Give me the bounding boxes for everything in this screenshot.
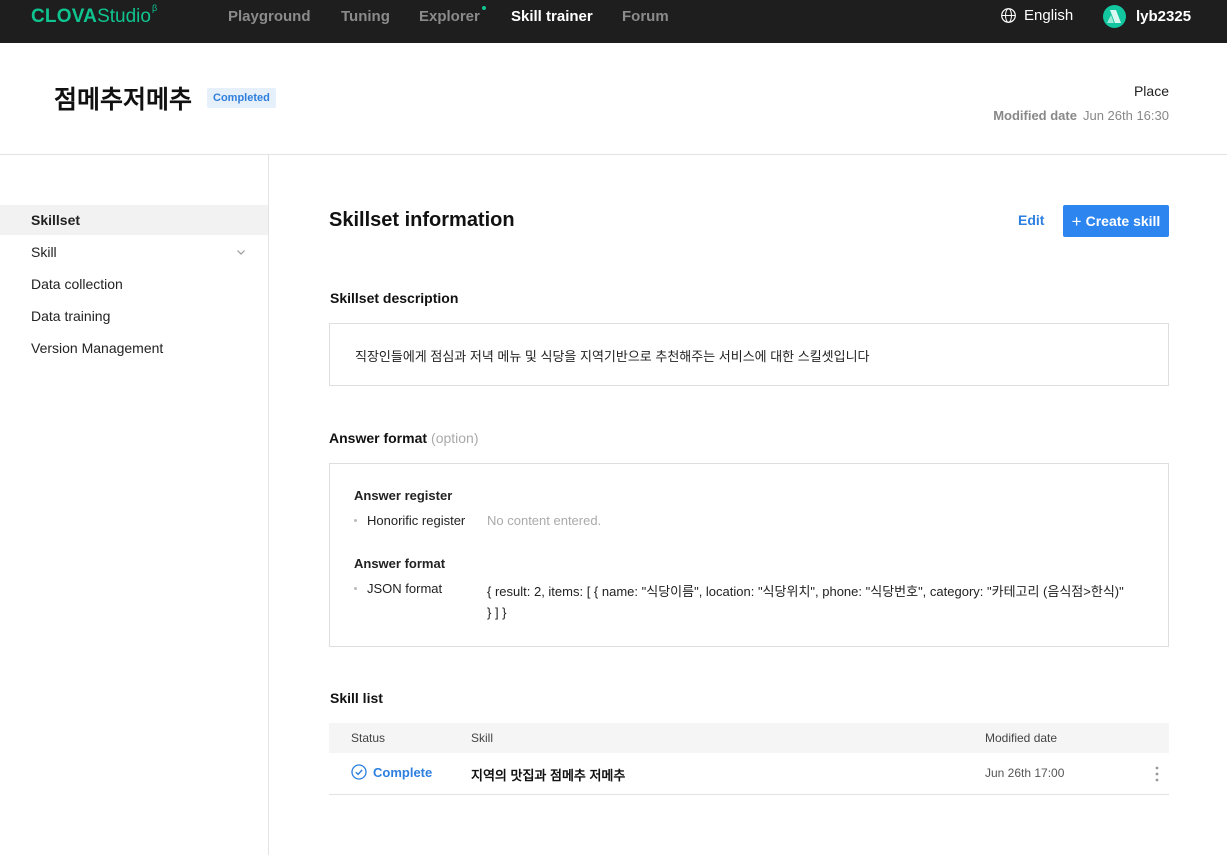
sidebar-item-label: Data collection — [31, 276, 123, 292]
skillset-description-text: 직장인들에게 점심과 저녁 메뉴 및 식당을 지역기반으로 추천해주는 서비스에… — [355, 349, 870, 364]
answer-register-heading: Answer register — [354, 488, 453, 503]
page-title: 점메추저메추 — [54, 86, 193, 114]
json-format-value: { result: 2, items: [ { name: "식당이름", lo… — [487, 584, 1124, 620]
column-header-modified-date: Modified date — [985, 731, 1058, 745]
check-circle-icon — [351, 764, 367, 780]
user-menu[interactable]: lyb2325 — [1103, 5, 1191, 28]
nav-skill-trainer[interactable]: Skill trainer — [511, 8, 593, 25]
status-cell: Complete — [351, 764, 432, 780]
header-modified-date: Modified date Jun 26th 16:30 — [993, 108, 1169, 123]
answer-format-section-label: Answer format (option) — [329, 430, 479, 446]
section-title: Skillset information — [329, 209, 515, 231]
create-skill-button[interactable]: + Create skill — [1063, 205, 1169, 237]
logo-strong-text: CLOVA — [31, 6, 98, 27]
avatar-shape-icon — [1107, 10, 1121, 23]
top-navigation-bar: CLOVAStudioβ Playground Tuning Explorer … — [0, 0, 1227, 43]
honorific-register-value: No content entered. — [487, 513, 602, 528]
modified-date-label: Modified date — [993, 108, 1077, 123]
sidebar-item-version-management[interactable]: Version Management — [0, 333, 268, 363]
language-label: English — [1024, 7, 1074, 24]
answer-format-box: Answer register Honorific register No co… — [329, 463, 1169, 647]
username: lyb2325 — [1136, 8, 1192, 25]
create-skill-label: Create skill — [1085, 213, 1161, 229]
language-selector[interactable]: English — [1000, 7, 1073, 24]
table-row[interactable]: Complete 지역의 맛집과 점메추 저메추 Jun 26th 17:00 — [329, 753, 1169, 795]
skillset-description-label: Skillset description — [330, 290, 459, 306]
skill-list-label: Skill list — [330, 690, 383, 706]
skillset-category: Place — [1133, 83, 1169, 99]
logo-beta-mark: β — [151, 2, 158, 13]
sidebar-divider — [268, 155, 269, 855]
clova-studio-logo[interactable]: CLOVAStudioβ — [31, 2, 158, 28]
explorer-new-dot — [482, 6, 486, 10]
avatar — [1103, 5, 1126, 28]
nav-tuning[interactable]: Tuning — [341, 8, 390, 25]
modified-date-value: Jun 26th 16:30 — [1082, 108, 1169, 123]
logo-light-text: Studio — [97, 6, 151, 27]
json-format-key: JSON format — [367, 581, 443, 596]
edit-button[interactable]: Edit — [1018, 212, 1044, 228]
header-divider — [0, 154, 1227, 155]
column-header-skill: Skill — [471, 731, 494, 745]
column-header-status: Status — [351, 731, 386, 745]
nav-explorer[interactable]: Explorer — [419, 8, 480, 25]
answer-format-heading: Answer format — [354, 556, 446, 571]
modified-date-cell: Jun 26th 17:00 — [985, 766, 1065, 780]
globe-icon — [1001, 8, 1016, 23]
nav-forum[interactable]: Forum — [622, 8, 669, 25]
sidebar-item-data-training[interactable]: Data training — [0, 301, 268, 331]
skill-name-link[interactable]: 지역의 맛집과 점메추 저메추 — [471, 765, 625, 784]
sidebar-item-label: Version Management — [31, 340, 164, 356]
sidebar-item-label: Data training — [31, 308, 111, 324]
plus-icon: + — [1071, 211, 1082, 231]
honorific-register-key: Honorific register — [367, 513, 466, 528]
skill-table-header: Status Skill Modified date — [329, 723, 1169, 753]
status-label: Complete — [373, 764, 433, 780]
sidebar-item-label: Skill — [31, 244, 57, 260]
chevron-down-icon — [237, 250, 245, 255]
bullet-dot — [354, 587, 357, 590]
skillset-description-box: 직장인들에게 점심과 저녁 메뉴 및 식당을 지역기반으로 추천해주는 서비스에… — [329, 323, 1169, 386]
more-options-icon[interactable] — [1151, 765, 1163, 783]
status-badge: Completed — [207, 88, 276, 108]
bullet-dot — [354, 519, 357, 522]
answer-format-option: (option) — [431, 430, 479, 446]
sidebar-item-data-collection[interactable]: Data collection — [0, 269, 268, 299]
nav-playground[interactable]: Playground — [228, 8, 311, 25]
sidebar-item-label: Skillset — [31, 212, 81, 228]
answer-format-label: Answer format — [329, 430, 428, 446]
sidebar-item-skillset[interactable]: Skillset — [0, 205, 268, 235]
sidebar-item-skill[interactable]: Skill — [0, 237, 268, 267]
